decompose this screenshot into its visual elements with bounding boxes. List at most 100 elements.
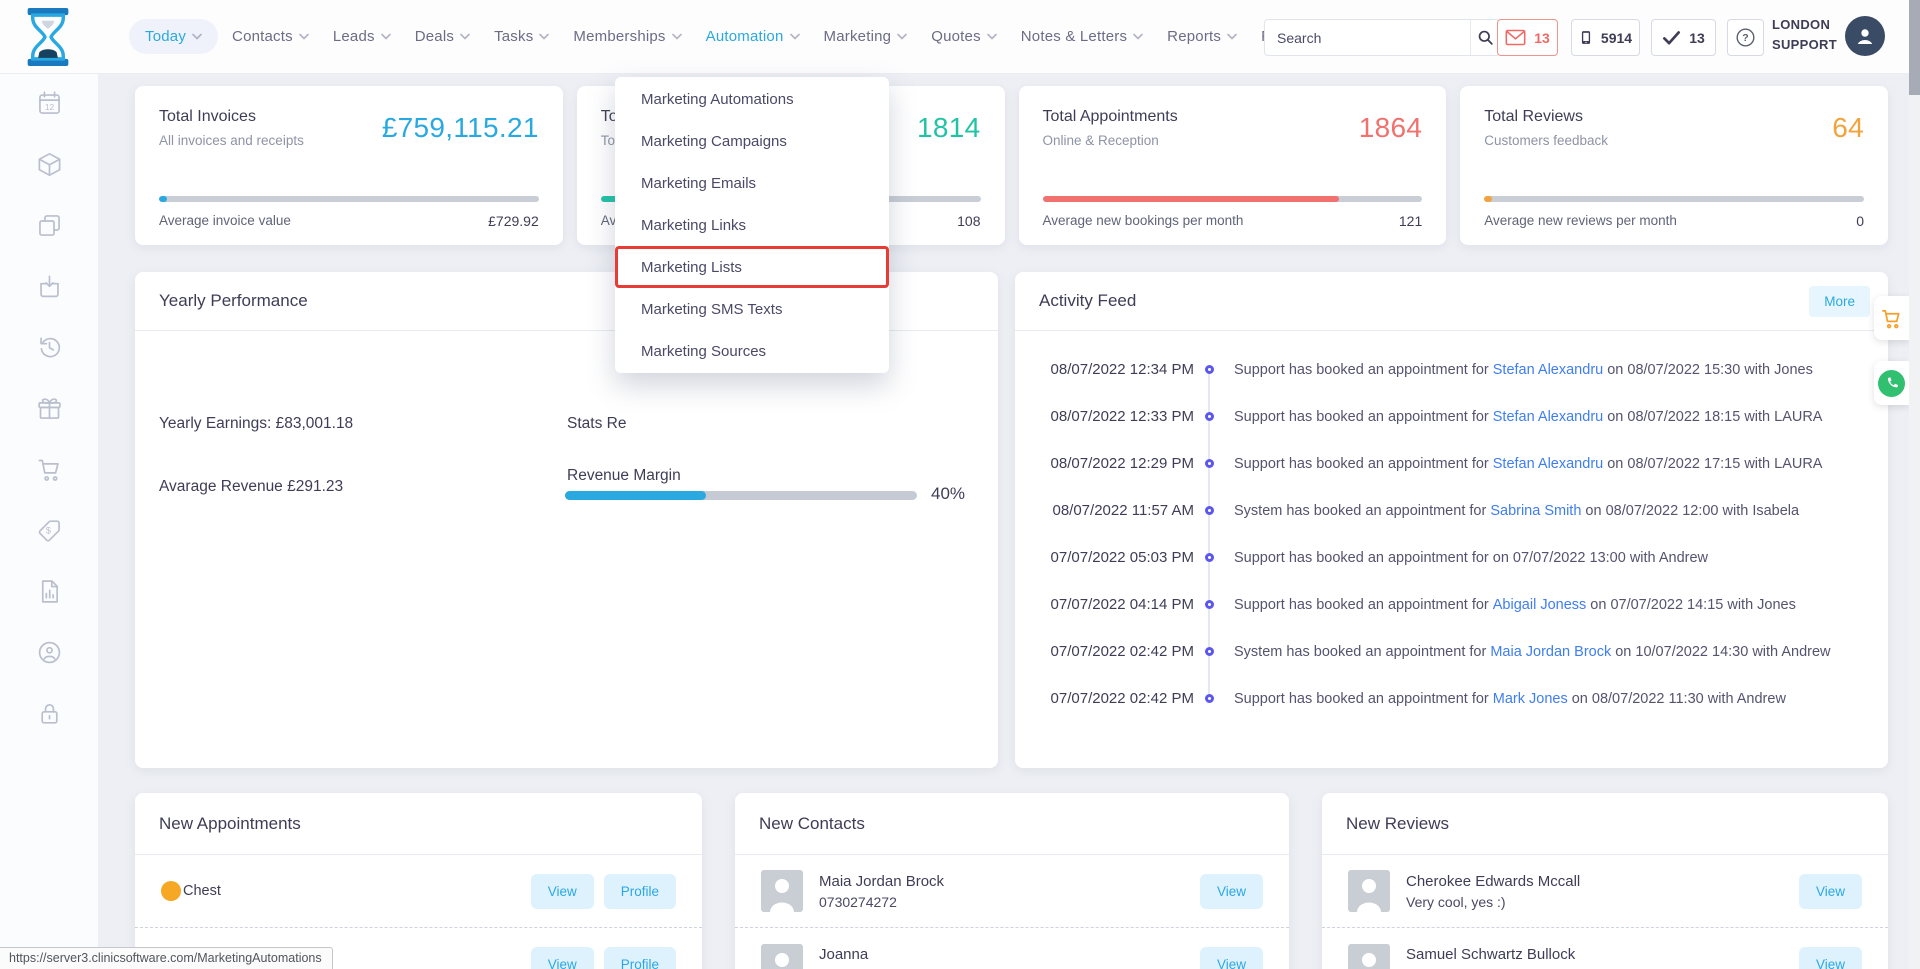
- menu-item-marketing-lists[interactable]: Marketing Lists: [615, 246, 889, 288]
- activity-text-post: on 08/07/2022 17:15 with LAURA: [1603, 456, 1822, 472]
- view-button[interactable]: View: [1799, 874, 1862, 909]
- mail-badge[interactable]: 13: [1497, 19, 1558, 56]
- check-icon: [1662, 30, 1681, 46]
- sidebar-item-cart[interactable]: [0, 439, 98, 500]
- stat-card-footer-value: £729.92: [488, 213, 539, 229]
- sidebar-item-price-tag[interactable]: $: [0, 500, 98, 561]
- activity-text-pre: Support has booked an appointment for: [1234, 456, 1493, 472]
- nav-item-label: Deals: [415, 28, 454, 45]
- search-input[interactable]: [1265, 20, 1470, 55]
- nav-item-memberships[interactable]: Memberships: [563, 19, 691, 54]
- menu-item-marketing-campaigns[interactable]: Marketing Campaigns: [615, 120, 889, 162]
- calls-badge[interactable]: 5914: [1571, 19, 1640, 56]
- nav-item-reports[interactable]: Reports: [1157, 19, 1247, 54]
- scrollbar-thumb[interactable]: [1909, 0, 1920, 95]
- timeline-marker-icon: [1205, 553, 1214, 562]
- profile-button[interactable]: Profile: [604, 874, 676, 909]
- contact-link[interactable]: Mark Jones: [1493, 691, 1568, 707]
- activity-feed-title: Activity Feed: [1039, 291, 1136, 311]
- sidebar-item-copy[interactable]: [0, 195, 98, 256]
- activity-timestamp: 08/07/2022 12:29 PM: [1015, 455, 1194, 472]
- menu-item-marketing-emails[interactable]: Marketing Emails: [615, 162, 889, 204]
- stat-card-footer-label: Average new reviews per month: [1484, 213, 1677, 229]
- nav-item-label: Marketing: [824, 28, 892, 45]
- new-reviews-list: Cherokee Edwards MccallVery cool, yes :)…: [1322, 855, 1888, 969]
- sidebar-item-package[interactable]: [0, 134, 98, 195]
- nav-item-leads[interactable]: Leads: [323, 19, 401, 54]
- copy-icon: [36, 212, 63, 239]
- stat-card-head: Total InvoicesAll invoices and receipts£…: [159, 108, 539, 148]
- stat-card-footer-label: Average invoice value: [159, 213, 291, 229]
- nav-item-label: Notes & Letters: [1021, 28, 1127, 45]
- stat-card-footer-value: 108: [957, 213, 980, 229]
- activity-feed-panel: Activity Feed More 08/07/2022 12:34 PMSu…: [1015, 272, 1888, 768]
- calls-count: 5914: [1601, 30, 1632, 46]
- floating-cart-button[interactable]: [1874, 296, 1909, 340]
- menu-item-marketing-sources[interactable]: Marketing Sources: [615, 330, 889, 372]
- nav-item-deals[interactable]: Deals: [405, 19, 480, 54]
- help-button[interactable]: ?: [1727, 19, 1764, 56]
- menu-item-marketing-links[interactable]: Marketing Links: [615, 204, 889, 246]
- contact-link[interactable]: Sabrina Smith: [1490, 503, 1581, 519]
- nav-item-automation[interactable]: Automation: [696, 19, 810, 54]
- new-contacts-list: Maia Jordan Brock0730274272ViewJoanna078…: [735, 855, 1289, 969]
- person-info: Cherokee Edwards MccallVery cool, yes :): [1406, 873, 1580, 910]
- menu-item-marketing-automations[interactable]: Marketing Automations: [615, 78, 889, 120]
- stat-card-footer: Average invoice value £729.92: [159, 213, 539, 229]
- stat-card-footer: Average new bookings per month121: [1043, 213, 1423, 229]
- profile-button[interactable]: Profile: [604, 947, 676, 969]
- stat-card-progress-bar: [1043, 196, 1423, 202]
- sidebar-item-lock[interactable]: [0, 683, 98, 744]
- contact-link[interactable]: Stefan Alexandru: [1493, 362, 1603, 378]
- contact-link[interactable]: Stefan Alexandru: [1493, 409, 1603, 425]
- browser-status-bar: https://server3.clinicsoftware.com/Marke…: [0, 947, 333, 969]
- stats-refresh-note: Stats Re: [567, 415, 626, 433]
- app-logo-hourglass-icon[interactable]: [24, 8, 72, 66]
- nav-item-tasks[interactable]: Tasks: [484, 19, 559, 54]
- sidebar-item-history[interactable]: [0, 317, 98, 378]
- chevron-down-icon: [1227, 33, 1237, 40]
- view-button[interactable]: View: [1200, 947, 1263, 969]
- bag-icon: [36, 273, 63, 300]
- activity-text-post: on 07/07/2022 13:00 with Andrew: [1493, 550, 1708, 566]
- search-icon[interactable]: [1470, 20, 1499, 55]
- location-line2: SUPPORT: [1772, 35, 1842, 55]
- stat-card-value: 1814: [917, 112, 981, 144]
- contact-link[interactable]: Maia Jordan Brock: [1490, 644, 1611, 660]
- contact-link[interactable]: Stefan Alexandru: [1493, 456, 1603, 472]
- view-button[interactable]: View: [531, 874, 594, 909]
- person-phone: 0730274272: [819, 894, 944, 910]
- contact-link[interactable]: Abigail Joness: [1493, 597, 1587, 613]
- tasks-badge[interactable]: 13: [1651, 19, 1716, 56]
- sidebar-item-calendar[interactable]: 12: [0, 73, 98, 134]
- stat-card-footer: Average new reviews per month0: [1484, 213, 1864, 229]
- view-button[interactable]: View: [1200, 874, 1263, 909]
- package-icon: [36, 151, 63, 178]
- avatar: [761, 944, 803, 969]
- sidebar-item-gift[interactable]: [0, 378, 98, 439]
- view-button[interactable]: View: [1799, 947, 1862, 969]
- phone-icon: [1878, 370, 1905, 397]
- floating-phone-button[interactable]: [1874, 361, 1909, 405]
- nav-item-contacts[interactable]: Contacts: [222, 19, 319, 54]
- sidebar-item-report[interactable]: [0, 561, 98, 622]
- page-scrollbar[interactable]: [1909, 0, 1920, 969]
- nav-item-today[interactable]: Today: [129, 19, 218, 54]
- person-name: Samuel Schwartz Bullock: [1406, 946, 1575, 963]
- activity-text-post: on 08/07/2022 11:30 with Andrew: [1568, 691, 1786, 707]
- sidebar-item-bag[interactable]: [0, 256, 98, 317]
- menu-item-marketing-sms-texts[interactable]: Marketing SMS Texts: [615, 288, 889, 330]
- chevron-down-icon: [987, 33, 997, 40]
- sidebar-item-account[interactable]: [0, 622, 98, 683]
- activity-text-post: on 08/07/2022 15:30 with Jones: [1603, 362, 1813, 378]
- nav-item-notes-letters[interactable]: Notes & Letters: [1011, 19, 1153, 54]
- stat-card-value: £759,115.21: [382, 112, 539, 144]
- more-button[interactable]: More: [1809, 286, 1870, 317]
- left-sidebar: 12 $: [0, 73, 98, 969]
- activity-text-post: on 10/07/2022 14:30 with Andrew: [1611, 644, 1830, 660]
- nav-item-quotes[interactable]: Quotes: [921, 19, 1007, 54]
- view-button[interactable]: View: [531, 947, 594, 969]
- avatar: [1348, 944, 1390, 969]
- user-avatar[interactable]: [1845, 16, 1885, 56]
- nav-item-marketing[interactable]: Marketing: [814, 19, 918, 54]
